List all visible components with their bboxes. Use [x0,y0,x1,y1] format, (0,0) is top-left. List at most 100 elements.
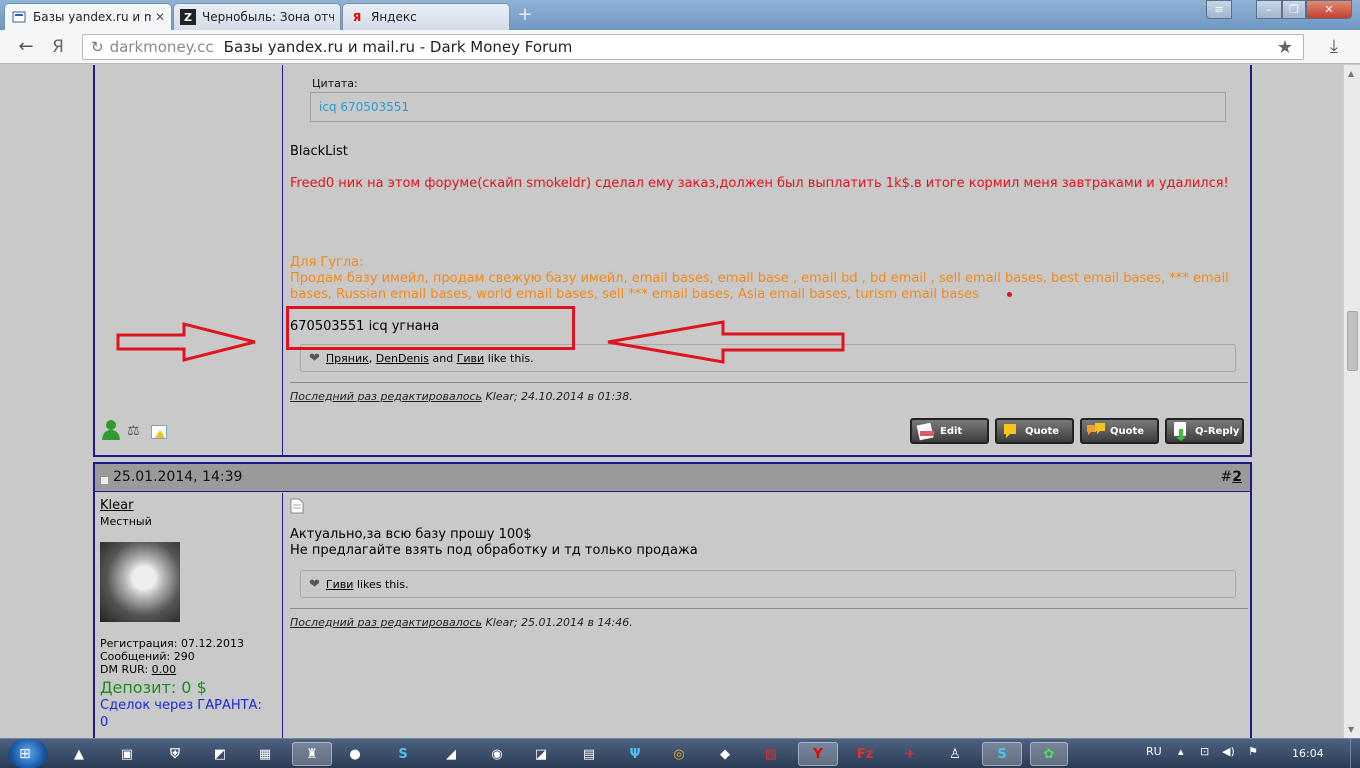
icq-icon[interactable]: ✿ [1030,742,1068,766]
restore-icon[interactable]: ❐ [1282,0,1306,19]
user-registration: Регистрация: 07.12.2013 [100,637,244,650]
edit-button[interactable]: Edit [910,418,989,444]
post-content: Цитата: icq 670503551 BlackList Freed0 н… [284,65,1250,455]
red-arrow-left-icon [607,320,845,364]
close-window-icon[interactable]: ✕ [1306,0,1352,19]
z-icon: Z [180,9,196,25]
tab-chernobyl[interactable]: Z Чернобыль: Зона отч [173,3,341,30]
menu-icon[interactable]: ≡ [1206,0,1232,19]
online-user-icon[interactable] [101,419,121,441]
scroll-down-icon[interactable]: ▼ [1348,725,1354,734]
address-domain: darkmoney.cc [109,38,214,56]
filezilla-icon[interactable]: Fz [850,742,880,766]
yandex-browser-icon[interactable]: Y [798,742,838,766]
flag-icon[interactable]: ⚑ [1248,745,1258,758]
new-tab-button[interactable]: + [514,6,536,24]
edited-user[interactable]: Klear [486,616,514,629]
like-user-link[interactable]: DenDenis [376,352,429,365]
app-icon[interactable]: ◩ [205,742,235,766]
edited-prefix: Последний раз редактировалось [290,616,483,629]
app-icon[interactable]: ● [340,742,370,766]
quick-reply-button[interactable]: Q-Reply [1165,418,1244,444]
app-icon[interactable]: ▦ [250,742,280,766]
app-icon[interactable]: ✈ [895,742,925,766]
post-number-hash: # [1220,469,1233,485]
app-icon[interactable]: ▤ [574,742,604,766]
dm-value[interactable]: 0.00 [152,663,177,676]
start-button[interactable]: ⊞ [8,739,48,768]
app-icon[interactable]: ◆ [710,742,740,766]
post-content: Актуально,за всю базу прошу 100$ Не пред… [284,493,1250,739]
tray-arrow-icon[interactable]: ▴ [1178,745,1184,758]
user-dm-rur: DM RUR: 0.00 [100,663,176,676]
tab-title: Яндекс [371,10,417,24]
yandex-button[interactable]: Я [46,36,70,58]
divider [290,608,1248,609]
forum-icon [11,9,27,25]
clock[interactable]: 16:04 [1292,747,1324,760]
multiquote-icon [1087,423,1105,435]
user-rank: Местный [100,515,152,528]
report-icon[interactable] [151,425,167,439]
page-viewport: ⚖ Цитата: icq 670503551 BlackList Freed0… [0,65,1343,739]
app-icon[interactable]: ▧ [756,742,786,766]
avatar[interactable] [100,542,180,622]
red-arrow-right-icon [116,322,256,362]
quote-label-btn: Quote [1025,425,1060,437]
minimize-icon[interactable]: – [1256,0,1282,19]
like-user-link[interactable]: Гиви [457,352,485,365]
volume-icon[interactable]: ◀) [1222,745,1235,758]
bookmark-star-icon[interactable]: ★ [1277,37,1293,58]
multiquote-button[interactable]: Quote [1080,418,1159,444]
close-tab-icon[interactable]: ✕ [155,10,165,24]
back-button[interactable]: ← [14,36,38,58]
tab-yandex[interactable]: Я Яндекс [342,3,510,30]
likes-separator: , [368,351,373,365]
reload-icon[interactable]: ↻ [91,38,104,56]
app-icon[interactable]: ◎ [664,742,694,766]
app-icon[interactable]: ⛨ [160,742,190,766]
app-icon[interactable]: ▲ [64,742,94,766]
tab-bar: Базы yandex.ru и mail ✕ Z Чернобыль: Зон… [0,0,1360,30]
app-icon[interactable]: Ψ [620,742,650,766]
heart-icon: ❤ [309,350,320,366]
app-icon[interactable]: ♙ [940,742,970,766]
app-icon[interactable]: ♜ [292,742,332,766]
quote-button[interactable]: Quote [995,418,1074,444]
dm-label: DM RUR: [100,663,149,676]
language-indicator[interactable]: RU [1146,745,1162,758]
username-link[interactable]: Klear [100,498,133,513]
edit-icon [916,422,934,441]
post-number-value[interactable]: 2 [1232,469,1242,485]
likes-suffix: like this. [487,351,534,365]
network-icon[interactable]: ⊡ [1200,745,1209,758]
show-desktop-button[interactable] [1350,739,1360,768]
scrollbar-thumb[interactable] [1347,311,1358,371]
edit-label: Edit [940,425,963,437]
address-title: Базы yandex.ru и mail.ru - Dark Money Fo… [223,38,573,56]
tab-forum[interactable]: Базы yandex.ru и mail ✕ [4,3,172,30]
download-icon[interactable]: ⤓ [1322,36,1346,58]
scales-icon[interactable]: ⚖ [127,423,140,439]
app-icon[interactable]: ▣ [112,742,142,766]
user-messages: Сообщений: 290 [100,650,195,663]
post-number[interactable]: #2 [1221,469,1242,485]
edited-prefix: Последний раз редактировалось [290,390,483,403]
app-icon[interactable]: S [388,742,418,766]
edited-note: Последний раз редактировалось Klear; 24.… [290,390,633,403]
app-icon[interactable]: ◢ [436,742,466,766]
seo-label: Для Гугла: [290,255,364,270]
skype-icon[interactable]: S [982,742,1022,766]
app-icon[interactable]: ◉ [482,742,512,766]
edited-user[interactable]: Klear [486,390,514,403]
windows-logo-icon: ⊞ [19,746,31,762]
quick-reply-icon [1174,422,1186,441]
like-user-link[interactable]: Пряник [326,352,369,365]
multiquote-label: Quote [1110,425,1145,437]
highlight-box [286,306,575,350]
address-bar[interactable]: ↻ darkmoney.cc Базы yandex.ru и mail.ru … [82,34,1304,60]
like-user-link[interactable]: Гиви [326,578,354,591]
scroll-up-icon[interactable]: ▲ [1348,69,1354,78]
scrollbar[interactable]: ▲ ▼ [1343,65,1360,739]
app-icon[interactable]: ◪ [526,742,556,766]
